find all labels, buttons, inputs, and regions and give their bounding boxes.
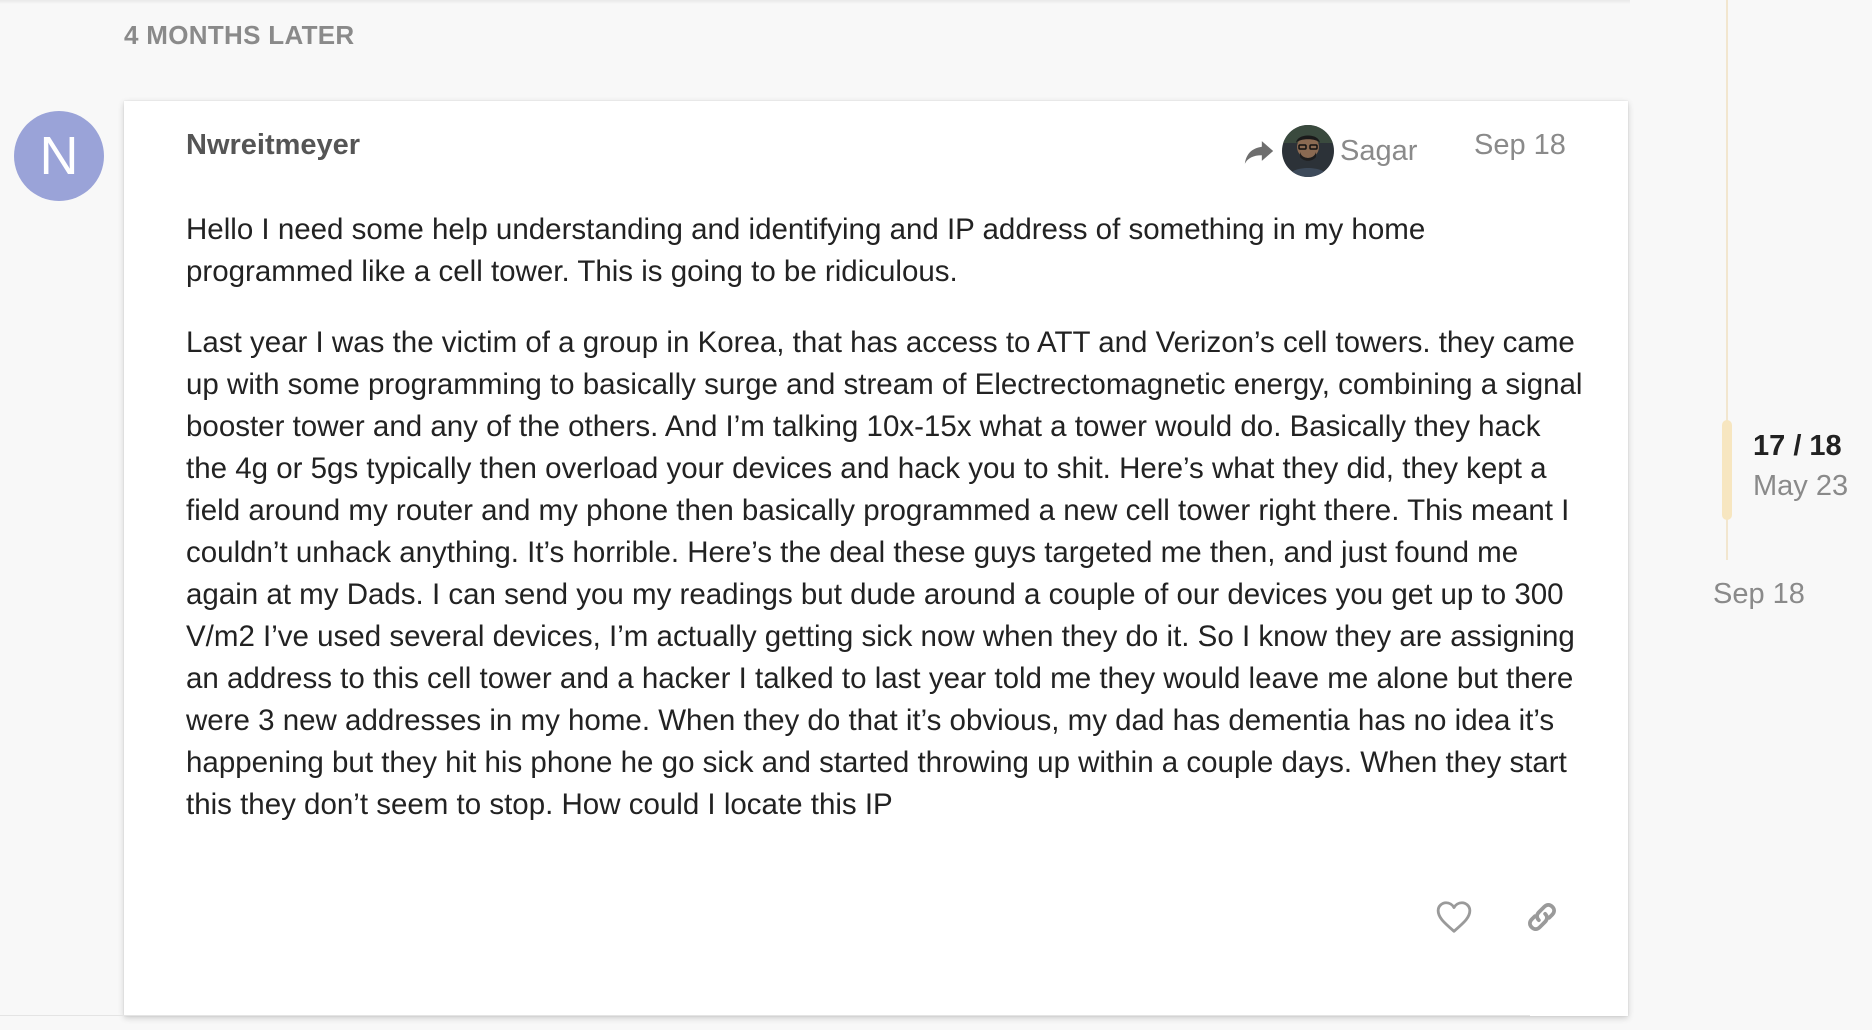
- timeline-position-date: May 23: [1753, 470, 1849, 502]
- timeline-scroll-handle[interactable]: [1722, 420, 1732, 520]
- top-divider: [0, 0, 1630, 4]
- post-actions: [1434, 899, 1562, 939]
- avatar[interactable]: N: [14, 111, 104, 201]
- avatar-letter: N: [39, 126, 79, 186]
- share-link-button[interactable]: [1522, 899, 1562, 939]
- like-button[interactable]: [1434, 899, 1474, 939]
- link-icon: [1523, 898, 1561, 941]
- reply-to-name: Sagar: [1340, 134, 1418, 167]
- post-card: Nwreitmeyer Sagar Sep 18 Hello I need so…: [124, 101, 1628, 1016]
- time-gap-label: 4 MONTHS LATER: [124, 20, 355, 50]
- topic-page: 4 MONTHS LATER N Nwreitmeyer Sagar Sep 1…: [0, 0, 1872, 1030]
- reply-avatar: [1282, 125, 1334, 177]
- post-body: Hello I need some help understanding and…: [186, 209, 1586, 855]
- timeline-position: 17 / 18: [1753, 430, 1842, 462]
- reply-to-tab[interactable]: Sagar: [1242, 123, 1417, 179]
- timeline-end-date[interactable]: Sep 18: [1713, 578, 1805, 611]
- post-username[interactable]: Nwreitmeyer: [186, 129, 360, 162]
- bottom-divider: [0, 1015, 1530, 1016]
- heart-icon: [1435, 899, 1473, 940]
- post-date[interactable]: Sep 18: [1474, 129, 1566, 162]
- post-paragraph: Last year I was the victim of a group in…: [186, 326, 1583, 821]
- reply-share-icon: [1242, 134, 1276, 168]
- post-paragraph: Hello I need some help understanding and…: [186, 213, 1426, 288]
